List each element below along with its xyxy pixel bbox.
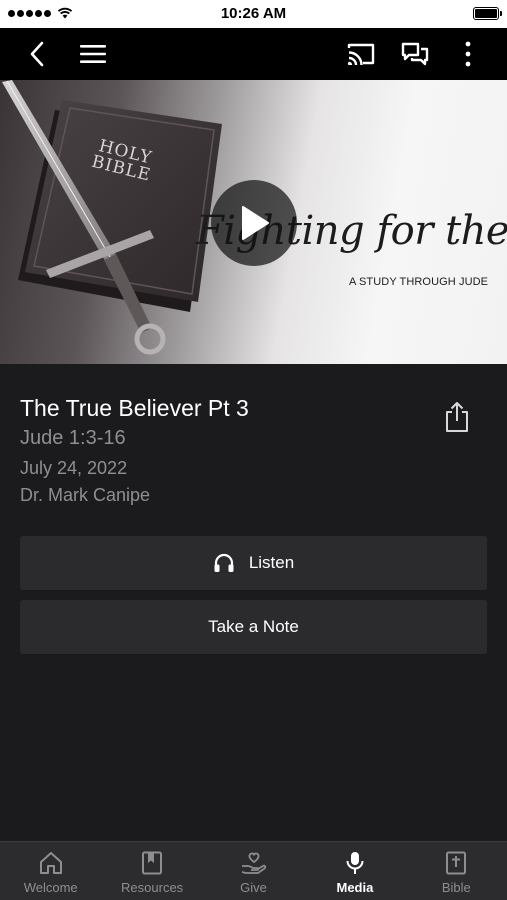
cast-button[interactable] (344, 37, 378, 71)
microphone-icon (346, 852, 364, 874)
hand-heart-icon (241, 852, 266, 874)
take-note-button[interactable]: Take a Note (20, 600, 487, 654)
status-bar: 10:26 AM (0, 0, 507, 28)
tab-resources[interactable]: Resources (101, 842, 202, 900)
listen-button[interactable]: Listen (20, 536, 487, 590)
more-vertical-icon (465, 41, 471, 67)
chevron-left-icon (30, 41, 44, 67)
tab-bible[interactable]: Bible (406, 842, 507, 900)
listen-label: Listen (248, 553, 295, 572)
house-icon (39, 852, 62, 874)
more-options-button[interactable] (451, 37, 485, 71)
series-subtitle: A STUDY THROUGH JUDE (349, 276, 489, 288)
tab-media[interactable]: Media (304, 842, 405, 900)
tab-label: Media (336, 880, 374, 895)
tab-label: Resources (121, 880, 184, 895)
share-icon (446, 402, 468, 432)
sermon-speaker: Dr. Mark Canipe (20, 485, 151, 505)
play-button[interactable] (211, 180, 297, 266)
book-icon (142, 851, 163, 875)
nav-bar (0, 28, 507, 80)
sermon-video-thumbnail[interactable]: HOLY BIBLE Fighting for the Faith A STUD… (0, 80, 507, 364)
tab-label: Welcome (23, 880, 78, 895)
tab-bar: Welcome Resources Give Media Bible (0, 841, 507, 900)
back-button[interactable] (21, 37, 55, 71)
battery-icon (473, 7, 502, 20)
share-button[interactable] (440, 399, 474, 435)
chat-button[interactable] (398, 37, 432, 71)
sermon-title: The True Believer Pt 3 (20, 395, 249, 421)
tab-label: Bible (441, 880, 471, 895)
status-time: 10:26 AM (220, 5, 287, 22)
tab-give[interactable]: Give (203, 842, 304, 900)
chat-bubbles-icon (401, 42, 429, 66)
hamburger-menu-icon (80, 45, 106, 63)
tab-label: Give (240, 880, 267, 895)
play-icon (242, 206, 269, 240)
sermon-details: The True Believer Pt 3 Jude 1:3-16 July … (0, 364, 507, 841)
bible-icon (446, 851, 467, 875)
take-note-label: Take a Note (208, 617, 299, 636)
sermon-scripture: Jude 1:3-16 (20, 427, 126, 449)
cast-icon (347, 43, 375, 66)
tab-welcome[interactable]: Welcome (0, 842, 101, 900)
menu-button[interactable] (76, 37, 110, 71)
headphones-icon (214, 553, 234, 572)
sermon-date: July 24, 2022 (20, 458, 128, 478)
